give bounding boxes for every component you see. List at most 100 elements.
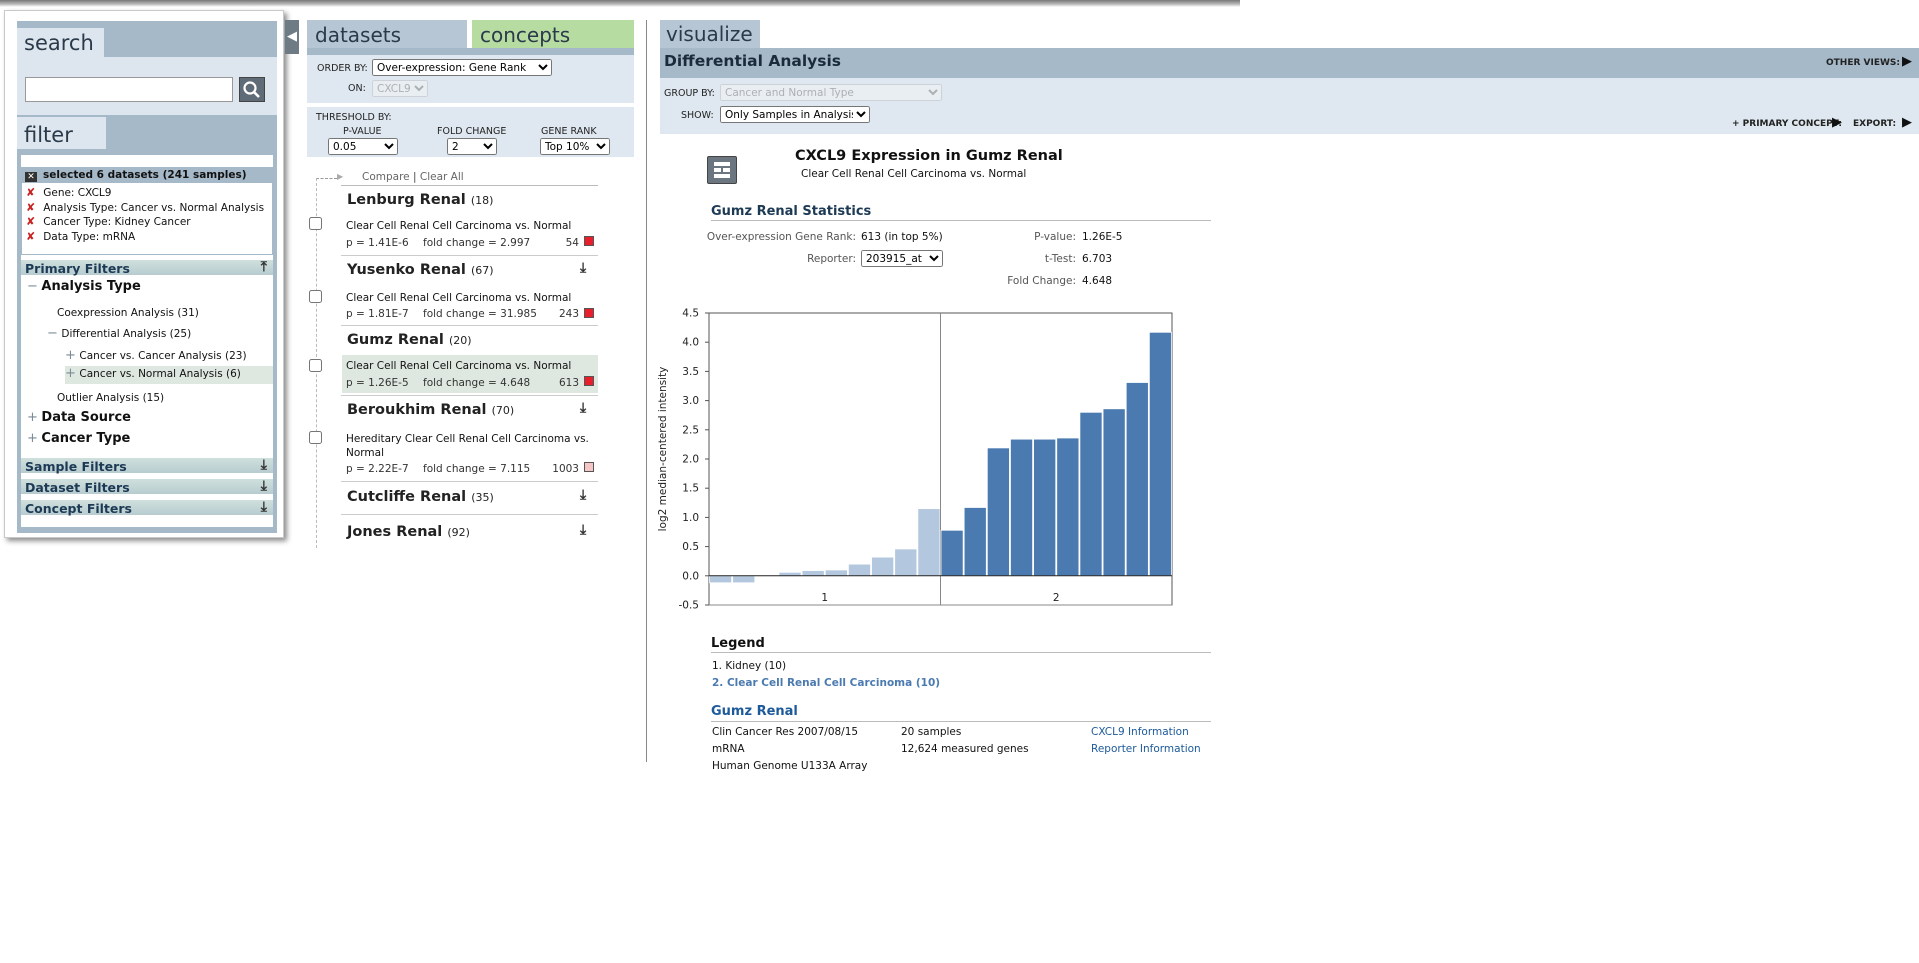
download-icon[interactable]: ⤓ (580, 487, 586, 503)
concept-filters-header[interactable]: Concept Filters ⤓ (21, 499, 273, 517)
remove-filter-icon[interactable]: ✘ (26, 230, 35, 243)
analysis-name-beroukhim[interactable]: Hereditary Clear Cell Renal Cell Carcino… (346, 433, 596, 460)
download-icon[interactable]: ⤓ (580, 522, 586, 538)
dataset-title-cutcliffe[interactable]: Cutcliffe Renal (35) (347, 489, 494, 505)
chart-settings-button[interactable] (707, 156, 737, 184)
analysis-name-yusenko[interactable]: Clear Cell Renal Cell Carcinoma vs. Norm… (346, 292, 571, 304)
filter-outlier[interactable]: Outlier Analysis (15) (57, 392, 164, 404)
differential-node[interactable]: − Differential Analysis (25) (47, 326, 191, 341)
compare-arrow-icon: ▶ (337, 172, 344, 181)
dataset-title-lenburg[interactable]: Lenburg Renal (18) (347, 192, 493, 208)
dataset-title-jones[interactable]: Jones Renal (92) (347, 524, 470, 540)
legend-divider (711, 652, 1211, 653)
dataset-filters-header[interactable]: Dataset Filters ⤓ (21, 478, 273, 496)
selected-filter-datatype[interactable]: ✘ Data Type: mRNA (26, 230, 272, 245)
analysis-type-node[interactable]: − Analysis Type (27, 279, 141, 294)
tab-visualize[interactable]: visualize (660, 20, 760, 48)
search-button[interactable] (239, 77, 265, 102)
show-select[interactable]: Only Samples in Analysis (720, 106, 870, 123)
pvalue-select[interactable]: 0.05 (328, 138, 398, 155)
other-views-arrow-icon[interactable]: ▶ (1902, 54, 1912, 69)
data-bar (963, 507, 987, 577)
primary-filters-label: Primary Filters (25, 261, 130, 276)
expand-down-icon[interactable]: ⤓ (261, 478, 267, 495)
selected-filter-analysis[interactable]: ✘ Analysis Type: Cancer vs. Normal Analys… (26, 201, 272, 216)
analysis-name-lenburg[interactable]: Clear Cell Renal Cell Carcinoma vs. Norm… (346, 220, 571, 232)
y-tick-label: 4.0 (682, 337, 699, 349)
gene-information-link[interactable]: CXCL9 Information (1091, 726, 1189, 738)
dataset-title-gumz[interactable]: Gumz Renal (20) (347, 332, 472, 348)
search-input[interactable] (25, 77, 233, 102)
fold-change-gumz: fold change = 4.648 (423, 377, 531, 389)
selected-filter-gene[interactable]: ✘ Gene: CXCL9 (26, 186, 272, 201)
compare-link[interactable]: Compare (362, 171, 410, 183)
visualize-header-bar: Differential Analysis OTHER VIEWS: ▶ (660, 48, 1919, 78)
pvalue-lenburg: p = 1.41E-6 (346, 237, 409, 249)
data-bar (1148, 331, 1172, 577)
selected-datasets-label: selected 6 datasets (241 samples) (43, 169, 247, 181)
reporter-select[interactable]: 203915_at (861, 250, 943, 267)
rank-percentile-swatch (584, 462, 594, 472)
selected-filter-cancer[interactable]: ✘ Cancer Type: Kidney Cancer (26, 215, 272, 230)
dataset-info-header[interactable]: Gumz Renal (711, 704, 798, 719)
selected-filters-list: ✘ Gene: CXCL9 ✘ Analysis Type: Cancer vs. … (21, 183, 273, 255)
tab-concepts[interactable]: concepts (472, 20, 634, 50)
remove-filter-icon[interactable]: ✘ (26, 201, 35, 214)
cancer-type-node[interactable]: + Cancer Type (27, 431, 130, 446)
dataset-platform: Human Genome U133A Array (712, 760, 868, 772)
rank-percentile-swatch (584, 376, 594, 386)
data-bar (801, 570, 825, 577)
plus-icon: + (65, 348, 76, 363)
cancer-vs-normal-node[interactable]: + Cancer vs. Normal Analysis (6) (65, 366, 273, 384)
dataset-title-beroukhim[interactable]: Beroukhim Renal (70) (347, 402, 514, 418)
remove-filter-icon[interactable]: ✘ (26, 215, 35, 228)
download-icon[interactable]: ⤓ (580, 400, 586, 416)
download-icon[interactable]: ⤓ (580, 260, 586, 276)
collapse-panel-button[interactable]: ◀ (285, 20, 299, 54)
export-arrow-icon[interactable]: ▶ (1902, 115, 1912, 130)
filter-coexpression[interactable]: Coexpression Analysis (31) (57, 307, 199, 319)
sample-filters-header[interactable]: Sample Filters ⤓ (21, 457, 273, 475)
plus-icon: + (27, 410, 38, 425)
clear-all-link[interactable]: Clear All (420, 171, 464, 183)
data-bar (1125, 382, 1149, 577)
primary-concept-arrow-icon[interactable]: ▶ (1832, 115, 1842, 130)
dataset-checkbox-beroukhim[interactable] (309, 431, 322, 444)
y-tick-label: 3.5 (682, 366, 699, 378)
cancer-vs-cancer-node[interactable]: + Cancer vs. Cancer Analysis (23) (65, 348, 247, 363)
remove-filter-icon[interactable]: ✘ (26, 186, 35, 199)
on-select[interactable]: CXCL9 (372, 80, 428, 97)
dataset-checkbox-yusenko[interactable] (309, 290, 322, 303)
dataset-divider (341, 255, 598, 256)
rank-percentile-swatch (584, 308, 594, 318)
tab-datasets[interactable]: datasets (307, 20, 467, 50)
order-by-select[interactable]: Over-expression: Gene Rank (372, 59, 552, 76)
gene-rank-select[interactable]: Top 10% (540, 138, 610, 155)
minus-icon: − (47, 326, 58, 341)
filter-tab[interactable]: filter (17, 117, 106, 149)
data-bar (709, 575, 733, 584)
group-label: 1 (821, 592, 828, 604)
data-source-node[interactable]: + Data Source (27, 410, 131, 425)
clear-selection-icon[interactable]: ✕ (25, 172, 37, 182)
expand-down-icon[interactable]: ⤓ (261, 499, 267, 516)
search-tab[interactable]: search (17, 28, 104, 57)
order-by-label: ORDER BY: (317, 63, 368, 74)
dataset-checkbox-lenburg[interactable] (309, 217, 322, 230)
fold-change-select[interactable]: 2 (447, 138, 497, 155)
reporter-information-link[interactable]: Reporter Information (1091, 743, 1201, 755)
dataset-divider (341, 325, 598, 326)
collapse-up-icon[interactable]: ⤒ (261, 259, 267, 276)
data-bar (1056, 437, 1080, 577)
dataset-checkbox-gumz[interactable] (309, 359, 322, 372)
data-bar (778, 571, 802, 577)
search-filter-panel: search filter ✕ selected 6 datasets (241 … (4, 10, 284, 538)
compare-divider (341, 185, 598, 186)
analysis-name-gumz[interactable]: Clear Cell Renal Cell Carcinoma vs. Norm… (346, 360, 571, 372)
primary-filters-header[interactable]: Primary Filters ⤒ (21, 259, 273, 277)
panel-divider (646, 20, 647, 762)
expand-down-icon[interactable]: ⤓ (261, 457, 267, 474)
dataset-title-yusenko[interactable]: Yusenko Renal (67) (347, 262, 494, 278)
dataset-type: mRNA (712, 743, 745, 755)
group-by-select[interactable]: Cancer and Normal Type (720, 84, 942, 101)
